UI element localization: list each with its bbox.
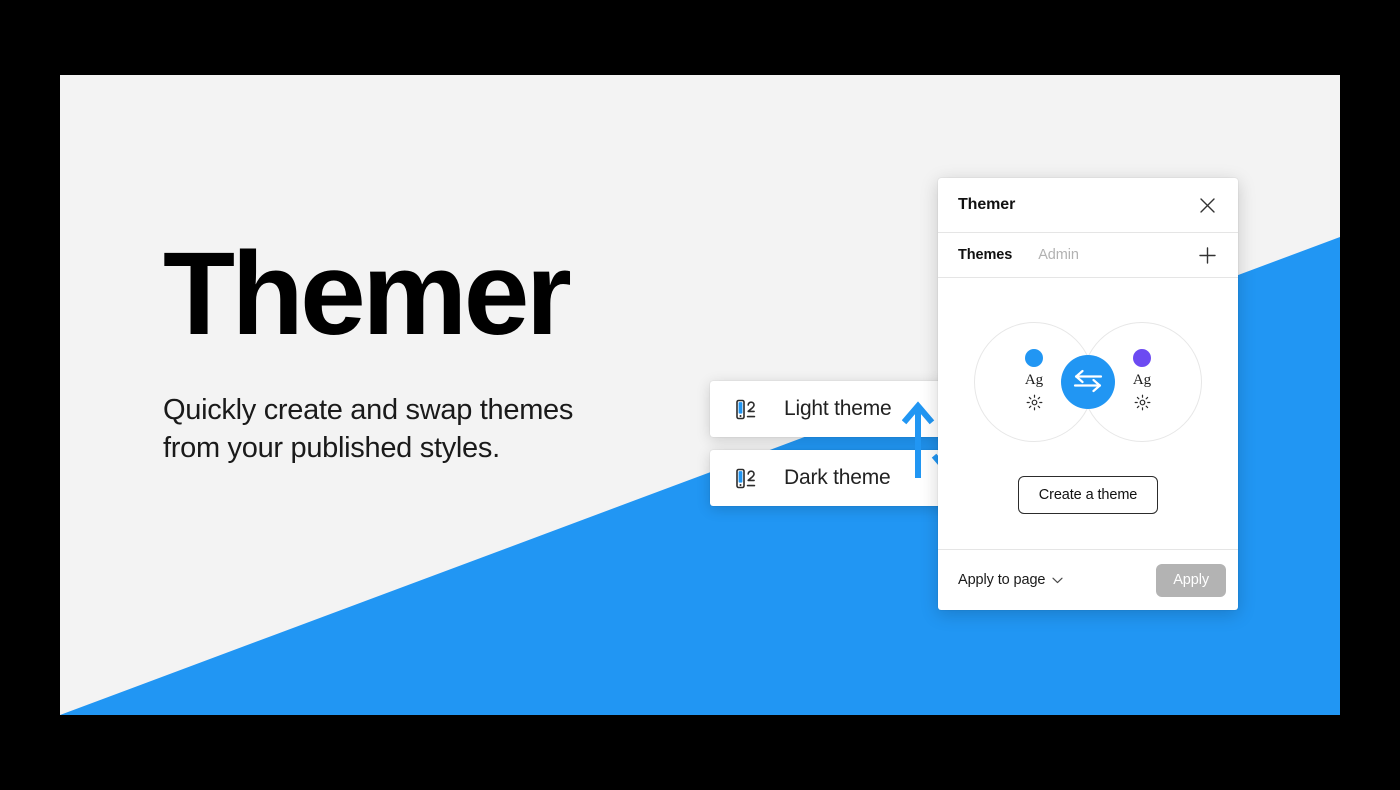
color-swatch-dot — [1133, 348, 1151, 367]
color-swatch-dot — [1025, 348, 1043, 367]
cover-copy: Themer Quickly create and swap themes fr… — [163, 235, 803, 468]
plus-icon[interactable] — [1194, 242, 1220, 268]
chevron-down-icon — [1052, 572, 1063, 588]
sun-effect-icon — [1134, 394, 1151, 416]
create-theme-button[interactable]: Create a theme — [1017, 476, 1159, 514]
swap-themes-button[interactable] — [1061, 355, 1115, 409]
panel-footer: Apply to page Apply — [938, 549, 1238, 610]
apply-scope-dropdown[interactable]: Apply to page — [958, 572, 1063, 588]
apply-scope-label: Apply to page — [958, 572, 1046, 588]
themer-plugin-panel: Themer Themes Admin Ag Ag Create a theme… — [938, 178, 1238, 610]
theme-swap-venn: Ag Ag — [964, 322, 1212, 442]
swap-horizontal-arrows-icon — [1073, 368, 1103, 397]
style-swatch-icon — [735, 397, 760, 422]
menu-item-label: Dark theme — [784, 466, 891, 489]
page-title: Themer — [163, 228, 572, 360]
close-icon[interactable] — [1194, 192, 1220, 218]
type-sample-text: Ag — [1132, 371, 1152, 388]
screenshot-root: Themer Quickly create and swap themes fr… — [0, 0, 1400, 790]
sun-effect-icon — [1026, 394, 1043, 416]
page-subtitle: Quickly create and swap themes from your… — [163, 394, 574, 465]
panel-title: Themer — [958, 196, 1016, 213]
style-swatch-icon — [735, 466, 760, 491]
menu-item-label: Light theme — [784, 397, 892, 420]
tab-themes[interactable]: Themes — [958, 247, 1012, 263]
panel-tabs: Themes Admin — [938, 233, 1238, 278]
type-sample-text: Ag — [1024, 371, 1044, 388]
apply-button[interactable]: Apply — [1156, 563, 1226, 597]
panel-titlebar: Themer — [938, 178, 1238, 233]
tab-admin[interactable]: Admin — [1038, 247, 1079, 263]
panel-body: Ag Ag Create a theme — [938, 278, 1238, 549]
